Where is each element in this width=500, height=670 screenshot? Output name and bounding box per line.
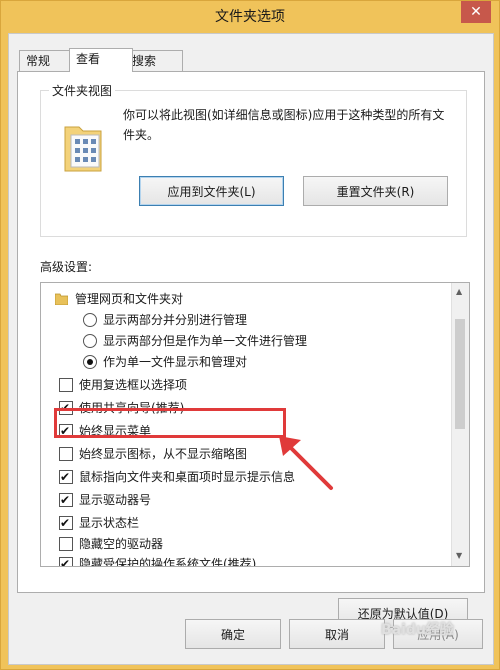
- scroll-up-icon[interactable]: ▲: [456, 287, 462, 296]
- window-title: 文件夹选项: [215, 9, 285, 25]
- list-item-label: 管理网页和文件夹对: [75, 292, 184, 306]
- apply-to-folders-button[interactable]: 应用到文件夹(L): [139, 176, 284, 206]
- group-title: 文件夹视图: [49, 82, 116, 99]
- checkbox[interactable]: [59, 447, 73, 461]
- list-scrollbar[interactable]: ▲ ▼: [451, 283, 469, 566]
- list-item-label: 显示两部分但是作为单一文件进行管理: [103, 334, 308, 348]
- watermark: Baidu经验: [381, 622, 454, 638]
- list-item-label: 鼠标指向文件夹和桌面项时显示提示信息: [79, 470, 296, 484]
- list-item-label: 显示状态栏: [79, 516, 140, 530]
- checkbox-checked[interactable]: [59, 513, 73, 533]
- checkbox-checked[interactable]: [59, 490, 73, 510]
- folder-view-icon: [64, 126, 102, 172]
- checkbox[interactable]: [59, 537, 73, 551]
- close-button[interactable]: ✕: [461, 1, 491, 23]
- dialog-window: 文件夹选项 ✕ 常规 查看 搜索 文件夹视图 你可以将此视图(如详细信息或图标)…: [0, 0, 500, 670]
- dialog-client: 常规 查看 搜索 文件夹视图 你可以将此视图(如详细信息或图标)应用于这种类型的…: [8, 33, 494, 665]
- list-item-label: 显示驱动器号: [79, 493, 152, 507]
- list-item-label: 隐藏受保护的操作系统文件(推荐): [79, 557, 257, 567]
- cancel-button[interactable]: 取消: [289, 619, 385, 649]
- tab-general[interactable]: 常规: [19, 50, 71, 71]
- folder-icon: [55, 293, 68, 305]
- folder-view-group: 文件夹视图 你可以将此视图(如详细信息或图标)应用于这种类型的所有文件夹。 应用…: [40, 82, 467, 237]
- radio-button[interactable]: [83, 313, 97, 327]
- ok-button[interactable]: 确定: [185, 619, 281, 649]
- checkbox-checked[interactable]: [59, 554, 73, 566]
- list-item-label: 作为单一文件显示和管理对: [103, 355, 248, 369]
- tab-view[interactable]: 查看: [69, 48, 133, 72]
- view-tab-panel: 文件夹视图 你可以将此视图(如详细信息或图标)应用于这种类型的所有文件夹。 应用…: [17, 71, 485, 628]
- close-icon: ✕: [470, 4, 482, 20]
- radio-button-selected[interactable]: [83, 355, 97, 369]
- checkbox[interactable]: [59, 378, 73, 392]
- list-item-label: 使用复选框以选择项: [79, 378, 188, 392]
- folder-view-description: 你可以将此视图(如详细信息或图标)应用于这种类型的所有文件夹。: [123, 108, 445, 142]
- list-item-label: 显示两部分并分别进行管理: [103, 313, 248, 327]
- annotation-arrow-icon: [279, 436, 333, 490]
- annotation-highlight-box: [54, 408, 286, 438]
- list-item-label: 隐藏空的驱动器: [79, 537, 164, 551]
- scroll-down-icon[interactable]: ▼: [456, 551, 462, 560]
- reset-folders-button[interactable]: 重置文件夹(R): [303, 176, 448, 206]
- checkbox-checked[interactable]: [59, 467, 73, 487]
- radio-button[interactable]: [83, 334, 97, 348]
- advanced-settings-label: 高级设置:: [40, 260, 93, 274]
- scroll-thumb[interactable]: [455, 319, 465, 429]
- tab-search[interactable]: 搜索: [125, 50, 183, 71]
- list-item-label: 始终显示图标，从不显示缩略图: [79, 447, 248, 461]
